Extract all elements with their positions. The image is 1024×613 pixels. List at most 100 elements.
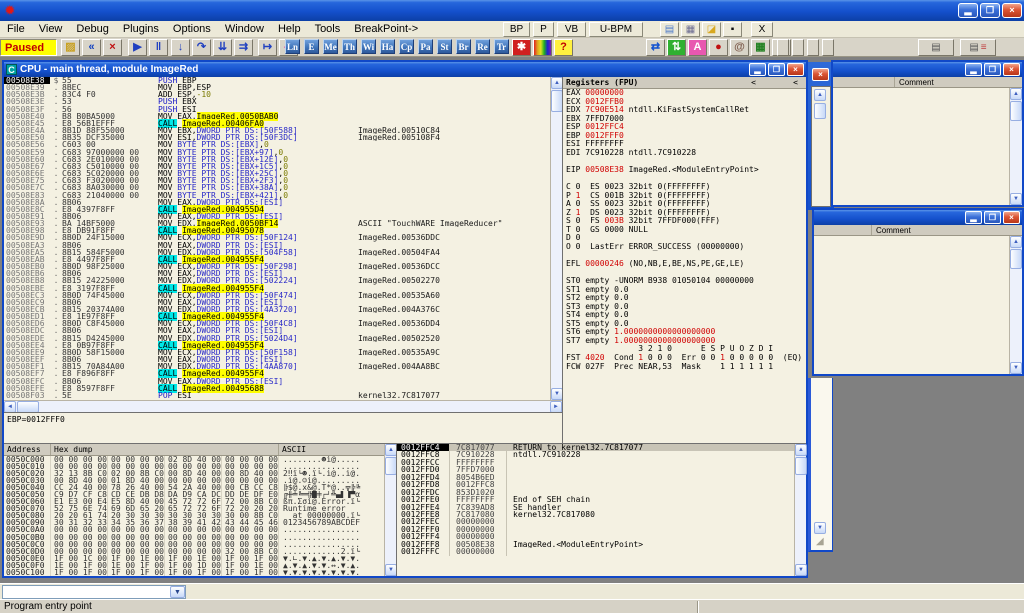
cpu-close-button[interactable]: × <box>787 63 804 76</box>
resize-grip-icon[interactable]: ◢ <box>816 536 824 547</box>
stack-pane[interactable]: 0012FFC47C817077RETURN to kernel32.7C817… <box>396 443 806 576</box>
register-line[interactable]: EIP 00508E38 ImageRed.<ModuleEntryPoint> <box>563 166 806 175</box>
window-restore-button[interactable]: ❐ <box>984 63 1001 76</box>
document-list-tool-button[interactable]: ▤≡ <box>960 39 996 56</box>
window-close-button[interactable]: × <box>1003 211 1020 224</box>
window-restore-button[interactable]: ❐ <box>984 211 1001 224</box>
menu-button-vb[interactable]: VB <box>557 22 586 37</box>
registers-pane[interactable]: Registers (FPU) < < EAX 00000000ECX 0012… <box>562 77 806 446</box>
scroll-down-icon[interactable]: ▼ <box>1010 362 1022 374</box>
step-over-icon[interactable]: ↷ <box>192 39 211 56</box>
command-combobox[interactable]: ▼ <box>2 585 186 599</box>
viewer-button-st[interactable]: St <box>437 39 452 54</box>
scroll-up-icon[interactable]: ▲ <box>1010 236 1022 248</box>
window-close-button[interactable]: × <box>1003 63 1020 76</box>
app-restore-button[interactable]: ❐ <box>980 3 1000 18</box>
disassembly-scrollbar[interactable]: ▲ ▼ <box>550 77 562 400</box>
record-icon[interactable]: ● <box>709 39 728 56</box>
scrollbar-thumb[interactable] <box>795 457 807 475</box>
viewer-button-ha[interactable]: Ha <box>380 39 395 54</box>
comment-window-middle-titlebar[interactable]: ▂ ❐ × <box>814 210 1022 225</box>
options-icon[interactable]: ✱ <box>512 39 531 56</box>
pane-collapse-icon[interactable]: < <box>793 78 798 87</box>
restart-icon[interactable]: « <box>82 39 101 56</box>
viewer-button-th[interactable]: Th <box>342 39 357 54</box>
viewer-button-me[interactable]: Me <box>323 39 338 54</box>
viewer-button-e[interactable]: E <box>304 39 319 54</box>
scroll-up-icon[interactable]: ▲ <box>814 89 826 101</box>
register-line[interactable]: FCW 027F Prec NEAR,53 Mask 1 1 1 1 1 1 <box>563 363 806 372</box>
app-minimize-button[interactable]: ▂ <box>958 3 978 18</box>
background-window-close-button[interactable]: × <box>812 68 829 81</box>
viewer-button-tr[interactable]: Tr <box>494 39 509 54</box>
dump-row[interactable]: 0050C1001F 00 1F 001F 00 1F 001F 00 1F 0… <box>4 569 396 576</box>
scrollbar-thumb[interactable] <box>814 103 826 119</box>
notes-icon[interactable]: ▤ <box>660 22 679 37</box>
window-minimize-button[interactable]: ▂ <box>965 211 982 224</box>
disasm-row[interactable]: 00508E38$55PUSH EBP <box>4 77 550 84</box>
scrollbar-thumb[interactable] <box>1010 101 1022 121</box>
viewer-button-wi[interactable]: Wi <box>361 39 376 54</box>
document-tool-button[interactable]: ▤ <box>918 39 954 56</box>
window-scrollbar[interactable]: ▲ ▼ <box>1009 236 1022 374</box>
dump-pane[interactable]: Address Hex dump ASCII 0050C00000 00 00 … <box>4 443 396 576</box>
cpu-window-titlebar[interactable]: CCPU - main thread, module ImageRed ▂ ❐ … <box>4 62 806 77</box>
window-scrollbar[interactable]: ▲ ▼ <box>1009 88 1022 205</box>
scrollbar-thumb[interactable] <box>1010 249 1022 269</box>
animate-over-icon[interactable]: ⇉ <box>234 39 253 56</box>
window-minimize-button[interactable]: ▂ <box>965 63 982 76</box>
open-folder-icon[interactable]: ◪ <box>702 22 721 37</box>
dropdown-arrow-icon[interactable]: ▼ <box>170 586 185 598</box>
close-program-icon[interactable]: × <box>103 39 122 56</box>
comment-window-top-titlebar[interactable]: ▂ ❐ × <box>833 62 1022 77</box>
disasm-row[interactable]: 00508F03.5EPOP ESIkernel32.7C817077 <box>4 392 550 399</box>
disasm-row[interactable]: 00508E3B.83C4 F0ADD ESP,-10 <box>4 91 550 98</box>
scroll-up-icon[interactable]: ▲ <box>795 444 807 456</box>
scroll-down-icon[interactable]: ▼ <box>795 564 807 576</box>
disassembly-pane[interactable]: 00508E38$55PUSH EBP00508E39.8BECMOV EBP,… <box>4 77 550 400</box>
dump-scrollbar[interactable]: ▲ ▼ <box>384 444 396 576</box>
register-line[interactable]: EDI 7C910228 ntdll.7C910228 <box>563 149 806 158</box>
assembler-icon[interactable]: A <box>688 39 707 56</box>
matrix-icon[interactable]: ▦ <box>751 39 770 56</box>
scroll-down-icon[interactable]: ▼ <box>814 522 826 534</box>
open-file-icon[interactable]: ▨ <box>61 39 80 56</box>
menu-button-bp[interactable]: BP <box>503 22 530 37</box>
animate-into-icon[interactable]: ⇊ <box>213 39 232 56</box>
spiral-icon[interactable]: @ <box>730 39 749 56</box>
help-icon[interactable]: ? <box>554 39 573 56</box>
stack-scrollbar[interactable]: ▲ ▼ <box>794 444 806 576</box>
execute-till-return-icon[interactable]: ↦ <box>258 39 277 56</box>
viewer-button-br[interactable]: Br <box>456 39 471 54</box>
viewer-button-ln[interactable]: Ln <box>285 39 300 54</box>
register-line[interactable]: EFL 00000246 (NO,NB,E,BE,NS,PE,GE,LE) <box>563 260 806 269</box>
register-line[interactable]: O 0 LastErr ERROR_SUCCESS (00000000) <box>563 243 806 252</box>
disassembly-hscrollbar[interactable]: ◄ ► <box>4 400 562 412</box>
appearance-icon[interactable] <box>533 39 552 56</box>
viewer-button-re[interactable]: Re <box>475 39 490 54</box>
calculator-icon[interactable]: ▦ <box>681 22 700 37</box>
run-icon[interactable]: ▶ <box>128 39 147 56</box>
cpu-restore-button[interactable]: ❐ <box>768 63 785 76</box>
updown-icon[interactable]: ⇅ <box>667 39 686 56</box>
disasm-row[interactable]: 00508E3E.53PUSH EBX <box>4 98 550 105</box>
viewer-button-pa[interactable]: Pa <box>418 39 433 54</box>
close-window-button[interactable]: X <box>751 22 773 37</box>
console-icon[interactable]: ▪ <box>723 22 742 37</box>
menu-button-u-bpm[interactable]: U-BPM <box>589 22 643 37</box>
register-line[interactable]: T 0 GS 0000 NULL <box>563 226 806 235</box>
scroll-down-icon[interactable]: ▼ <box>1010 193 1022 205</box>
stack-row[interactable]: 0012FFFC00000000 <box>397 548 806 555</box>
pane-collapse-icon[interactable]: < <box>751 78 756 87</box>
step-into-icon[interactable]: ↓ <box>171 39 190 56</box>
app-close-button[interactable]: × <box>1002 3 1022 18</box>
info-pane[interactable]: EBP=0012FFF0 <box>4 412 562 443</box>
command-input[interactable] <box>4 586 170 598</box>
swap-icon[interactable]: ⇄ <box>646 39 665 56</box>
cpu-minimize-button[interactable]: ▂ <box>749 63 766 76</box>
disasm-row[interactable]: 00508EFE.E8 8597F8FFCALL ImageRed.004956… <box>4 385 550 392</box>
scroll-up-icon[interactable]: ▲ <box>1010 88 1022 100</box>
pause-icon[interactable]: ‖ <box>149 39 168 56</box>
menu-button-p[interactable]: P <box>533 22 554 37</box>
viewer-button-cp[interactable]: Cp <box>399 39 414 54</box>
